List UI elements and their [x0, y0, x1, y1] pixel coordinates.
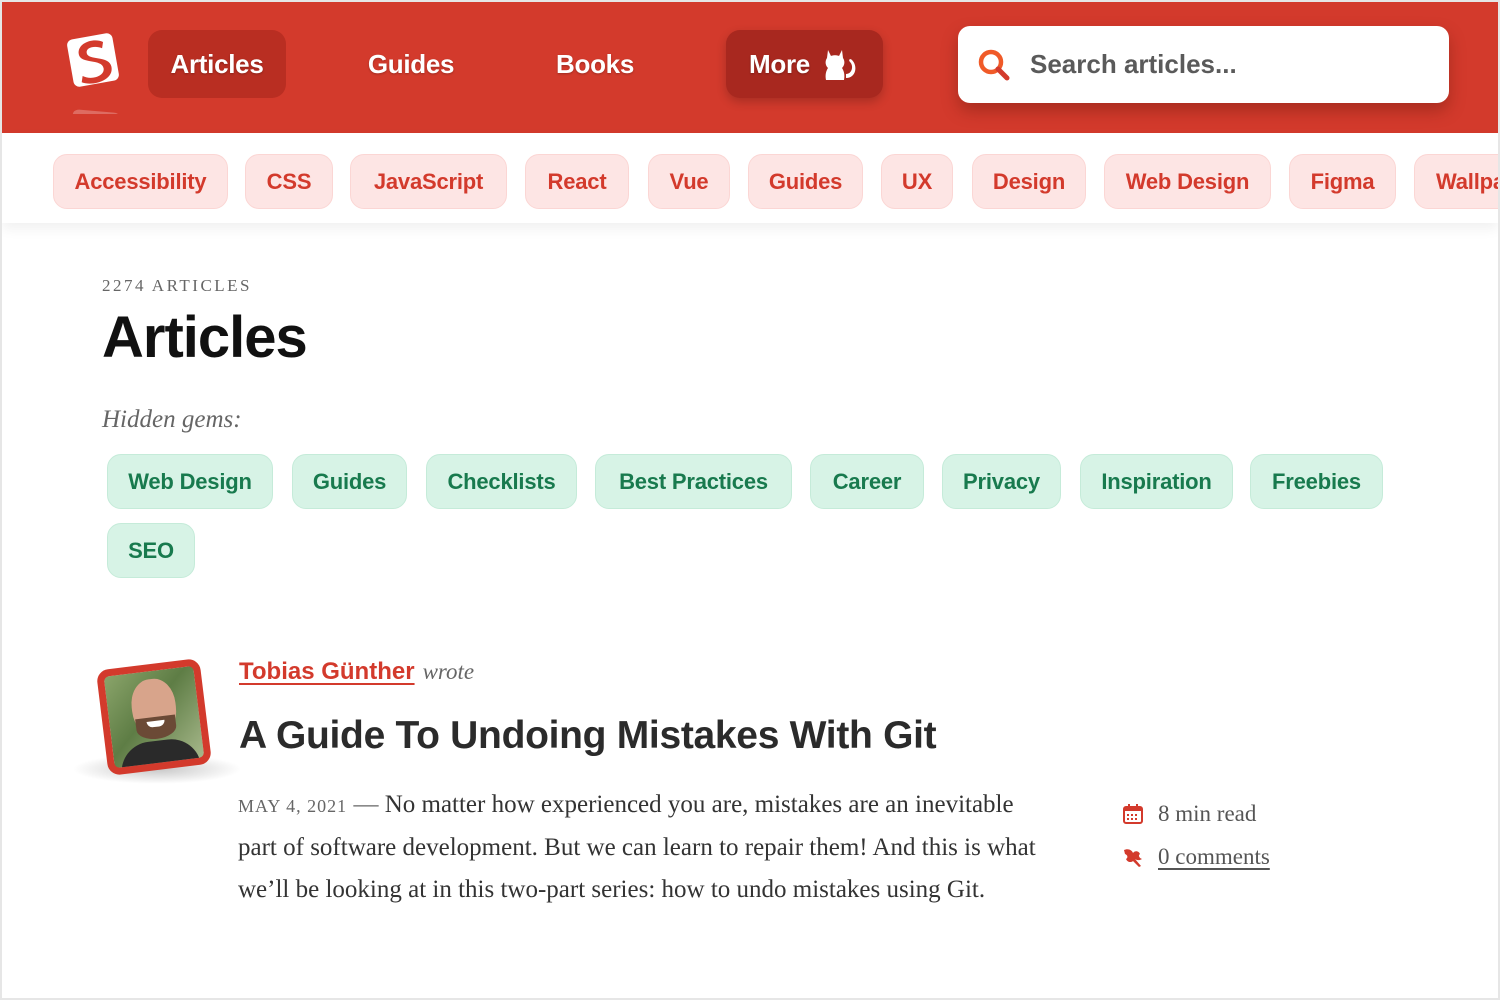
- gem-best-practices[interactable]: Best Practices: [595, 454, 792, 509]
- byline: Tobias Günther wrote: [239, 658, 474, 686]
- page: Articles Guides Books More Accessibility…: [2, 2, 1498, 998]
- author-link[interactable]: Tobias Günther: [239, 658, 415, 686]
- read-time: 8 min read: [1158, 800, 1257, 826]
- comments-link[interactable]: 0 comments: [1158, 844, 1270, 870]
- search-icon: [978, 49, 1010, 80]
- topic-label: Web Design: [1125, 168, 1250, 194]
- topic-figma[interactable]: Figma: [1289, 154, 1396, 209]
- gem-inspiration[interactable]: Inspiration: [1080, 454, 1233, 509]
- topic-react[interactable]: React: [525, 154, 629, 209]
- gem-career[interactable]: Career: [810, 454, 924, 509]
- cat-icon: [825, 50, 856, 80]
- author-avatar[interactable]: [95, 658, 213, 776]
- site-header: Articles Guides Books More: [2, 2, 1498, 137]
- article-meta: 8 min read 0 comments: [1122, 792, 1270, 878]
- gem-guides[interactable]: Guides: [292, 454, 407, 509]
- gem-seo[interactable]: SEO: [107, 523, 195, 578]
- search-input[interactable]: [1030, 49, 1430, 80]
- nav-guides[interactable]: Guides: [342, 30, 480, 98]
- topic-label: CSS: [266, 168, 312, 194]
- topics-bar: Accessibility CSS JavaScript React Vue G…: [2, 133, 1498, 223]
- gem-label: SEO: [128, 537, 174, 563]
- search-box[interactable]: [958, 26, 1449, 103]
- nav-articles[interactable]: Articles: [148, 30, 286, 98]
- calendar-icon: [1123, 803, 1143, 824]
- page-title: Articles: [102, 305, 308, 370]
- gem-label: Best Practices: [619, 468, 768, 494]
- topic-accessibility[interactable]: Accessibility: [53, 154, 228, 209]
- article-title[interactable]: A Guide To Undoing Mistakes With Git: [239, 714, 937, 758]
- gem-web-design[interactable]: Web Design: [107, 454, 273, 509]
- gem-label: Freebies: [1272, 468, 1361, 494]
- gem-label: Web Design: [128, 468, 252, 494]
- leaf-icon: [1124, 848, 1142, 867]
- topic-label: Guides: [768, 168, 843, 194]
- comments-row: 0 comments: [1122, 835, 1270, 878]
- topic-label: Wallpa: [1436, 168, 1498, 194]
- read-time-row: 8 min read: [1122, 792, 1270, 835]
- nav-more[interactable]: More: [726, 30, 883, 98]
- avatar-image: [95, 658, 213, 776]
- hidden-gems-label: Hidden gems:: [102, 406, 242, 433]
- topic-label: JavaScript: [373, 168, 484, 194]
- topic-label: UX: [901, 168, 933, 194]
- topic-vue[interactable]: Vue: [648, 154, 730, 209]
- date-separator: —: [353, 791, 379, 818]
- gem-privacy[interactable]: Privacy: [942, 454, 1061, 509]
- gem-label: Career: [832, 468, 902, 494]
- topic-label: Design: [992, 168, 1066, 194]
- topic-css[interactable]: CSS: [245, 154, 333, 209]
- nav-books-label: Books: [556, 48, 634, 79]
- topic-javascript[interactable]: JavaScript: [350, 154, 507, 209]
- gem-label: Privacy: [963, 468, 1040, 494]
- article-summary: MAY 4, 2021 — No matter how experienced …: [238, 784, 1058, 911]
- logo[interactable]: [62, 30, 124, 137]
- gem-freebies[interactable]: Freebies: [1250, 454, 1383, 509]
- topic-guides[interactable]: Guides: [748, 154, 863, 209]
- nav-articles-label: Articles: [170, 48, 264, 79]
- gem-label: Checklists: [447, 468, 556, 494]
- wrote-label: wrote: [422, 659, 475, 684]
- topic-wallpapers[interactable]: Wallpa: [1414, 154, 1498, 209]
- gem-checklists[interactable]: Checklists: [426, 454, 577, 509]
- topic-label: Vue: [669, 168, 709, 194]
- topic-web-design[interactable]: Web Design: [1104, 154, 1271, 209]
- article-date: MAY 4, 2021: [238, 796, 348, 816]
- topic-label: Figma: [1310, 168, 1375, 194]
- gem-label: Guides: [312, 468, 387, 494]
- article-count: 2274 ARTICLES: [102, 276, 253, 295]
- topic-design[interactable]: Design: [972, 154, 1086, 209]
- topic-label: React: [547, 168, 607, 194]
- nav-guides-label: Guides: [367, 48, 455, 79]
- logo-icon: [67, 33, 119, 137]
- gem-label: Inspiration: [1101, 468, 1212, 494]
- topic-label: Accessibility: [74, 168, 207, 194]
- nav-more-label: More: [749, 48, 810, 79]
- topic-ux[interactable]: UX: [881, 154, 953, 209]
- nav-books[interactable]: Books: [530, 30, 660, 98]
